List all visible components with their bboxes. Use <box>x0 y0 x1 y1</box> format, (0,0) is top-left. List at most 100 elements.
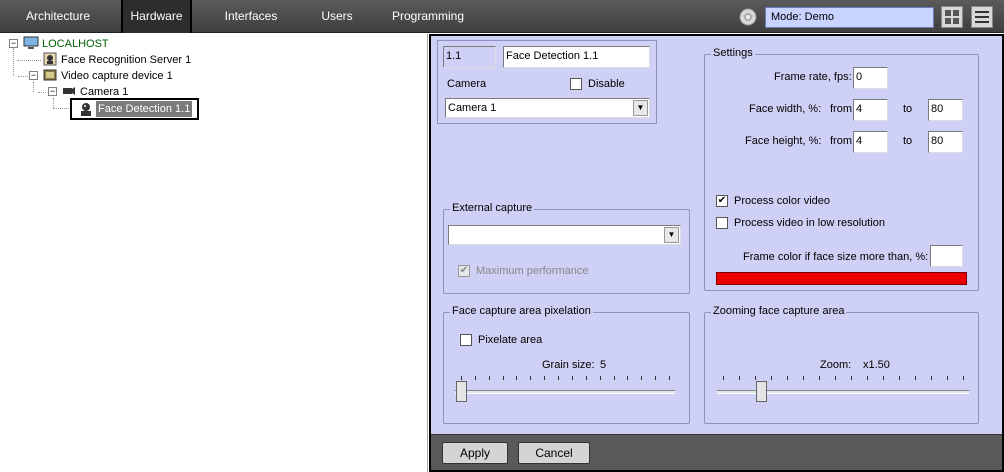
slider-tick <box>474 376 476 380</box>
cancel-button[interactable]: Cancel <box>518 442 590 464</box>
menu-icon <box>975 11 989 23</box>
layout-grid-button[interactable] <box>941 6 963 28</box>
slider-tick <box>627 376 629 380</box>
tab-interfaces[interactable]: Interfaces <box>214 0 288 33</box>
face-height-label: Face height, %: <box>745 135 822 147</box>
slider-tick <box>755 376 756 380</box>
external-capture-group: External capture <box>443 202 690 294</box>
face-height-to-input[interactable]: 80 <box>928 131 963 153</box>
process-low-res-checkbox[interactable] <box>716 217 728 229</box>
slider-tick <box>488 376 490 380</box>
tree-item-video-capture-device[interactable]: Video capture device 1 <box>61 68 173 84</box>
face-width-from-label: from <box>830 103 852 115</box>
tree-line <box>13 48 14 76</box>
external-capture-select[interactable]: ▼ <box>448 225 681 245</box>
zoom-group-title: Zooming face capture area <box>711 305 847 317</box>
grid-icon <box>945 10 959 24</box>
video-capture-device-icon <box>43 69 57 81</box>
tree-item-face-recognition-server[interactable]: Face Recognition Server 1 <box>61 52 191 68</box>
face-width-to-input[interactable]: 80 <box>928 99 963 121</box>
gear-icon[interactable] <box>738 7 758 27</box>
slider-tick <box>530 376 532 380</box>
process-color-label: Process color video <box>734 195 830 207</box>
expand-toggle[interactable]: − <box>29 71 38 80</box>
slider-tick <box>502 376 504 380</box>
camera-select-value: Camera 1 <box>448 102 497 114</box>
zoom-value: x1.50 <box>863 359 890 371</box>
face-width-from-input[interactable]: 4 <box>853 99 888 121</box>
zoom-label: Zoom: <box>820 359 852 371</box>
disable-label: Disable <box>588 78 625 90</box>
action-bar: Apply Cancel <box>431 434 1002 470</box>
disable-checkbox[interactable] <box>570 78 582 90</box>
tab-programming[interactable]: Programming <box>386 0 470 33</box>
slider-tick <box>585 376 587 380</box>
maximum-performance-checkbox[interactable]: ✔ <box>458 265 470 277</box>
slider-track[interactable] <box>455 390 675 394</box>
hardware-tree: − LOCALHOST Face Recognition Server 1 − … <box>0 34 428 472</box>
face-server-icon <box>43 52 57 66</box>
frame-color-threshold-input[interactable] <box>930 245 963 267</box>
slider-tick <box>544 376 546 380</box>
process-low-res-label: Process video in low resolution <box>734 217 886 229</box>
frame-rate-label: Frame rate, fps: <box>774 71 852 83</box>
pixelate-area-label: Pixelate area <box>478 334 543 346</box>
grain-size-value: 5 <box>600 359 607 371</box>
slider-tick <box>835 376 836 380</box>
top-navigation-bar: Architecture Hardware Interfaces Users P… <box>0 0 1004 33</box>
slider-tick <box>867 376 868 380</box>
pixelation-group-title: Face capture area pixelation <box>450 305 593 317</box>
mode-indicator[interactable]: Mode: Demo <box>765 7 934 28</box>
face-width-to-label: to <box>903 103 913 115</box>
tab-architecture[interactable]: Architecture <box>14 0 102 33</box>
tree-line <box>53 108 71 109</box>
pixelate-area-checkbox[interactable] <box>460 334 472 346</box>
settings-group-title: Settings <box>711 47 755 59</box>
slider-tick <box>655 376 657 380</box>
tree-line <box>33 82 34 92</box>
slider-tick <box>819 376 820 380</box>
menu-button[interactable] <box>971 6 993 28</box>
slider-tick <box>883 376 884 380</box>
tab-users[interactable]: Users <box>310 0 364 33</box>
slider-tick <box>461 376 462 380</box>
face-width-label: Face width, %: <box>749 103 822 115</box>
slider-track[interactable] <box>717 390 969 394</box>
zoom-slider[interactable] <box>717 376 969 412</box>
expand-toggle[interactable]: − <box>9 39 18 48</box>
slider-tick <box>669 376 670 380</box>
chevron-down-icon[interactable]: ▼ <box>633 100 648 116</box>
face-height-to-label: to <box>903 135 913 147</box>
maximum-performance-label: Maximum performance <box>476 265 589 277</box>
slider-tick <box>803 376 804 380</box>
tree-item-face-detection[interactable]: Face Detection 1.1 <box>96 101 193 117</box>
face-height-from-input[interactable]: 4 <box>853 131 888 153</box>
computer-icon <box>23 36 39 49</box>
tab-hardware[interactable]: Hardware <box>121 0 192 33</box>
slider-tick <box>771 376 772 380</box>
object-name-field[interactable]: Face Detection 1.1 <box>503 46 650 68</box>
expand-toggle[interactable]: − <box>48 87 57 96</box>
apply-button[interactable]: Apply <box>442 442 508 464</box>
slider-tick <box>851 376 852 380</box>
slider-tick <box>787 376 788 380</box>
slider-tick <box>516 376 518 380</box>
tree-item-localhost[interactable]: LOCALHOST <box>42 36 109 52</box>
chevron-down-icon[interactable]: ▼ <box>664 227 679 243</box>
tree-line <box>53 98 54 108</box>
frame-color-swatch[interactable] <box>716 272 967 285</box>
slider-thumb[interactable] <box>756 381 768 402</box>
slider-tick <box>613 376 615 380</box>
camera-select[interactable]: Camera 1 ▼ <box>445 98 650 118</box>
slider-thumb[interactable] <box>456 381 467 402</box>
tree-line <box>17 60 41 61</box>
slider-tick <box>641 376 643 380</box>
frame-rate-input[interactable]: 0 <box>853 67 888 89</box>
object-id-field: 1.1 <box>443 46 496 68</box>
grain-size-slider[interactable] <box>455 376 675 412</box>
slider-tick <box>558 376 560 380</box>
slider-tick <box>723 376 724 380</box>
process-color-checkbox[interactable]: ✔ <box>716 195 728 207</box>
slider-tick <box>931 376 932 380</box>
slider-tick <box>915 376 916 380</box>
